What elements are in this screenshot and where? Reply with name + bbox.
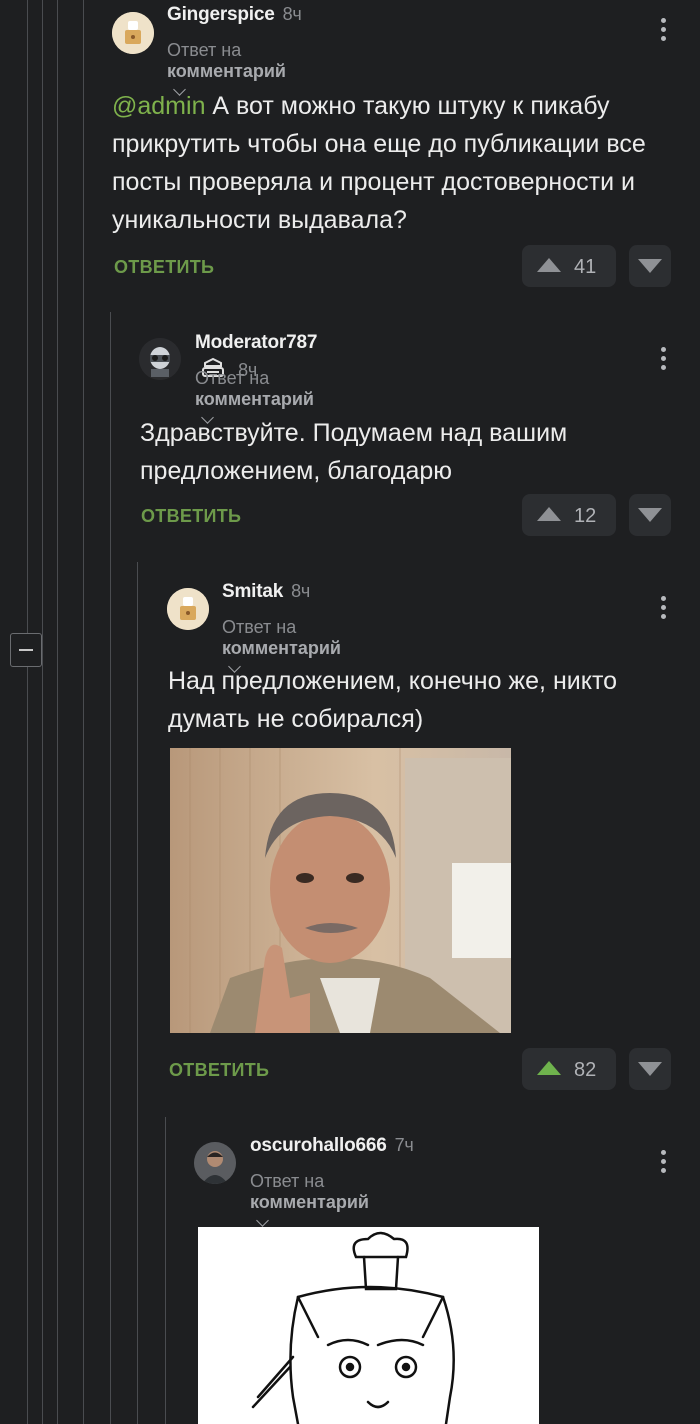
comment-text: Над предложением, конечно же, никто дума… xyxy=(168,667,618,733)
reply-button[interactable]: ОТВЕТИТЬ xyxy=(169,1060,269,1081)
upvote-button[interactable]: 82 xyxy=(522,1048,616,1090)
rating-count: 12 xyxy=(574,505,597,527)
more-options-icon[interactable] xyxy=(661,347,667,375)
arrow-up-icon xyxy=(537,258,561,272)
more-options-icon[interactable] xyxy=(661,1150,667,1178)
comment-text: @admin А вот можно такую штуку к пикабу … xyxy=(112,92,646,234)
comment-author[interactable]: oscurohallo666 7ч xyxy=(250,1135,414,1157)
reply-to[interactable]: Ответ на комментарий xyxy=(250,1171,369,1234)
thread-line xyxy=(137,562,138,1424)
collapse-thread-button[interactable] xyxy=(10,633,42,667)
comment-time: 7ч xyxy=(394,1135,414,1155)
thread-line xyxy=(110,312,111,1424)
upvote-button[interactable]: 41 xyxy=(522,245,616,287)
comment-image[interactable] xyxy=(198,1227,539,1424)
thread-line xyxy=(27,0,28,1424)
arrow-up-icon xyxy=(537,507,561,521)
arrow-down-icon xyxy=(638,508,662,522)
avatar[interactable] xyxy=(194,1142,236,1184)
comment-time: 8ч xyxy=(282,4,302,24)
comment-image[interactable] xyxy=(170,748,511,1033)
upvote-button[interactable]: 12 xyxy=(522,494,616,536)
arrow-up-icon xyxy=(537,1061,561,1075)
downvote-button[interactable] xyxy=(629,1048,671,1090)
minus-icon xyxy=(19,649,33,651)
mention-link[interactable]: @admin xyxy=(112,92,205,120)
downvote-button[interactable] xyxy=(629,494,671,536)
downvote-button[interactable] xyxy=(629,245,671,287)
avatar[interactable] xyxy=(139,338,181,380)
rating-count: 41 xyxy=(574,256,597,278)
thread-line xyxy=(57,0,58,1424)
more-options-icon[interactable] xyxy=(661,18,667,46)
arrow-down-icon xyxy=(638,259,662,273)
rating-count: 82 xyxy=(574,1059,597,1081)
thread-line xyxy=(83,0,84,1424)
reply-button[interactable]: ОТВЕТИТЬ xyxy=(114,257,214,278)
thread-line xyxy=(42,0,43,1424)
comment-time: 8ч xyxy=(291,581,311,601)
thread-line xyxy=(165,1117,166,1424)
chevron-down-icon xyxy=(256,1214,269,1227)
arrow-down-icon xyxy=(638,1062,662,1076)
reply-button[interactable]: ОТВЕТИТЬ xyxy=(141,506,241,527)
comment-author[interactable]: Smitak 8ч xyxy=(222,581,310,603)
comment-author[interactable]: Gingerspice 8ч xyxy=(167,4,302,26)
avatar[interactable] xyxy=(167,588,209,630)
avatar[interactable] xyxy=(112,12,154,54)
more-options-icon[interactable] xyxy=(661,596,667,624)
comment-text: Здравствуйте. Подумаем над вашим предлож… xyxy=(140,419,568,485)
